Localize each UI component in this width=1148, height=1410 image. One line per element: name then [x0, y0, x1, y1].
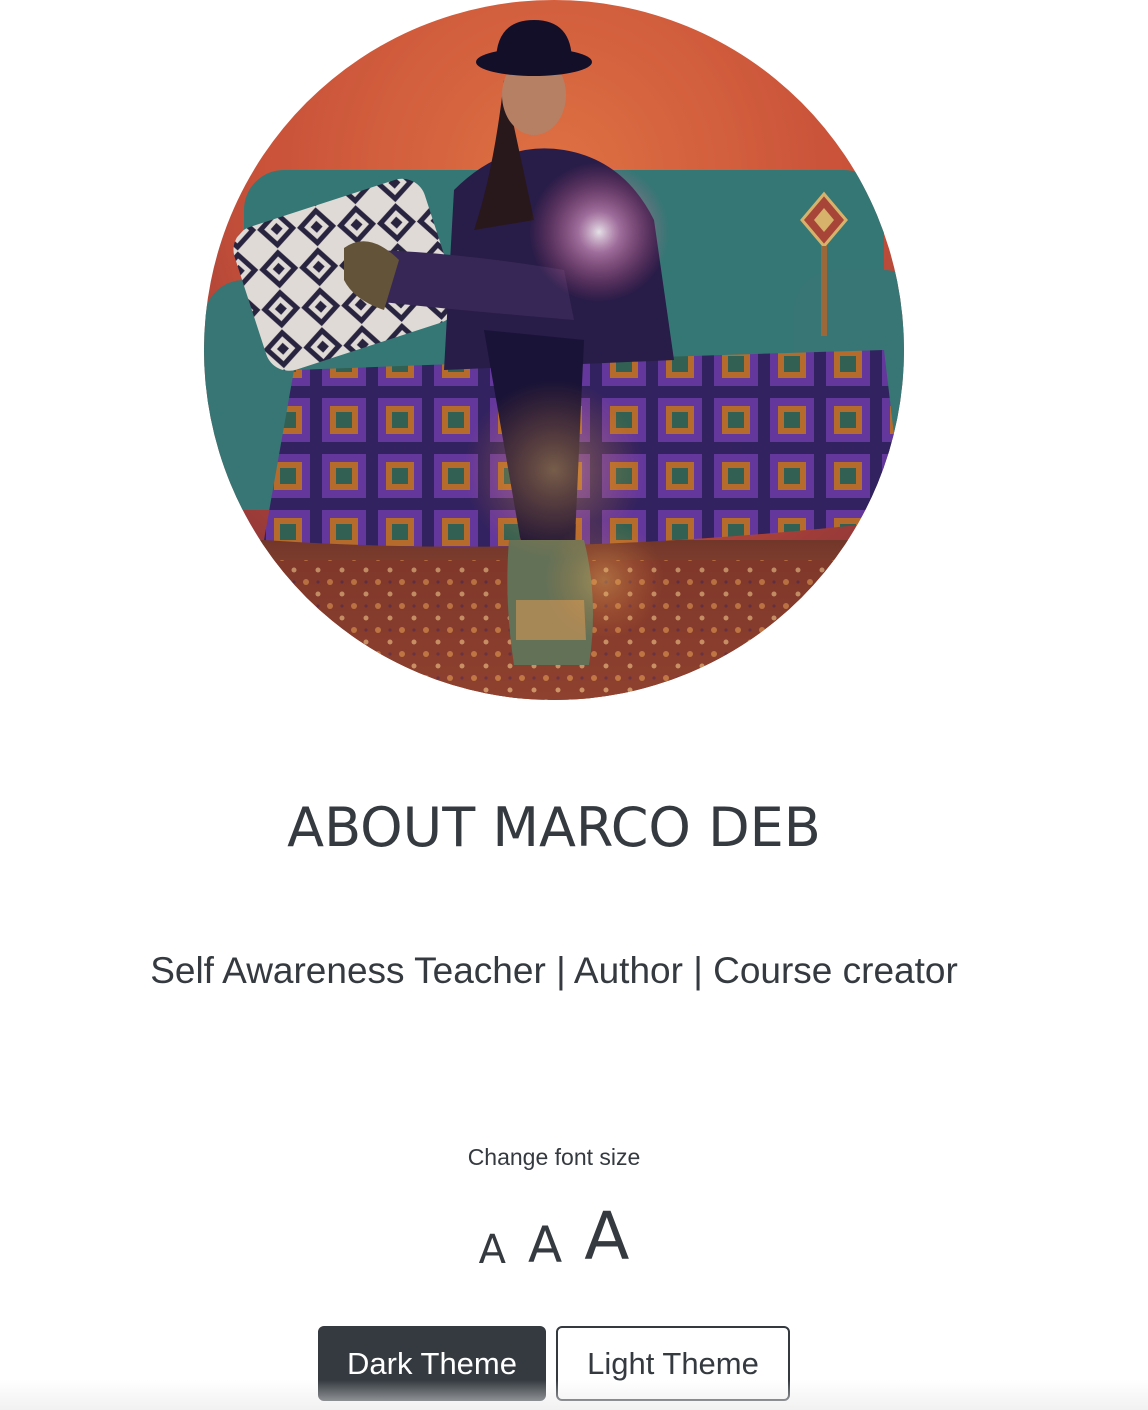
dark-theme-button[interactable]: Dark Theme	[318, 1326, 546, 1401]
page-title: ABOUT MARCO DEB	[287, 796, 821, 859]
font-size-large-button[interactable]: A	[584, 1204, 629, 1276]
font-size-controls: A A A	[0, 1196, 1108, 1276]
tagline: Self Awareness Teacher | Author | Course…	[150, 950, 958, 991]
about-page: ABOUT MARCO DEB Self Awareness Teacher |…	[0, 0, 1148, 1410]
profile-photo-illustration	[204, 0, 904, 700]
font-size-label: Change font size	[467, 1144, 641, 1170]
font-size-medium-button[interactable]: A	[528, 1220, 562, 1276]
profile-photo	[204, 0, 904, 700]
font-size-small-button[interactable]: A	[479, 1230, 506, 1276]
light-theme-button[interactable]: Light Theme	[556, 1326, 790, 1401]
theme-switcher: Dark Theme Light Theme	[318, 1326, 790, 1401]
